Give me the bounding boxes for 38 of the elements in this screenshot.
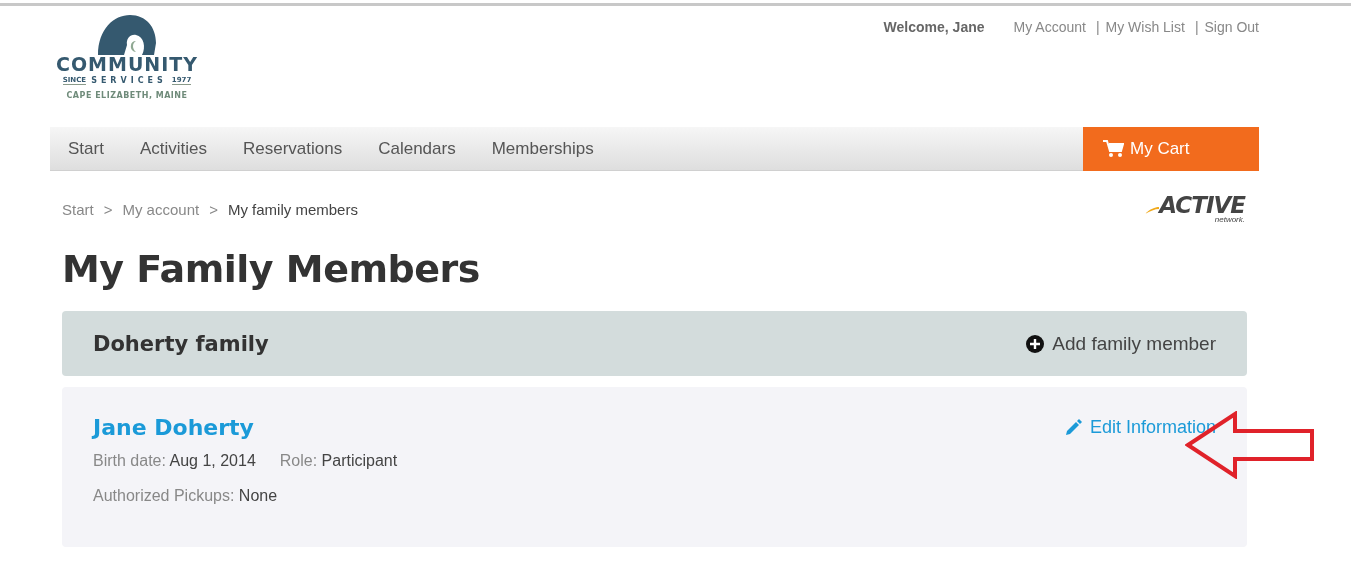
logo-text: SERVICES [91, 76, 167, 85]
detail-label: Role: [279, 452, 318, 469]
wave-logo-icon [96, 13, 158, 55]
edit-information-link[interactable]: Edit Information [1064, 417, 1216, 438]
detail-value: None [238, 487, 278, 504]
pencil-icon [1064, 419, 1082, 436]
breadcrumb-separator: > [103, 200, 113, 218]
detail-value: Participant [321, 452, 398, 469]
detail-label: Birth date: [93, 452, 166, 469]
separator-text: | [1194, 19, 1199, 35]
nav-tab[interactable]: Activities [121, 127, 225, 170]
nav-tab[interactable]: Start [50, 127, 122, 170]
nav-tab[interactable]: Calendars [360, 127, 474, 170]
breadcrumb-separator: > [209, 200, 218, 218]
account-link[interactable]: My Account [1013, 19, 1086, 35]
detail-value: Aug 1, 2014 [169, 452, 256, 469]
partner-logo-text: ACTIVE [1159, 194, 1245, 216]
welcome-text: Welcome, Jane [883, 19, 985, 35]
separator-text: | [1095, 19, 1100, 35]
family-name: Doherty family [93, 331, 269, 356]
cart-icon [1103, 140, 1124, 158]
breadcrumb-link[interactable]: Start [62, 200, 94, 218]
page-title: My Family Members [62, 247, 481, 291]
breadcrumb-current: My family members [227, 200, 358, 218]
cart-button[interactable]: My Cart [1083, 127, 1259, 171]
logo-text: COMMUNITY [56, 53, 198, 75]
member-name-link[interactable]: Jane Doherty [93, 415, 254, 440]
partner-logo-text: network. [1214, 216, 1245, 224]
logo-text: CAPE ELIZABETH, MAINE [66, 91, 188, 100]
nav-tab[interactable]: Reservations [225, 127, 361, 170]
plus-circle-icon [1026, 334, 1045, 353]
breadcrumb-link[interactable]: My account [122, 200, 200, 218]
account-link[interactable]: Sign Out [1204, 19, 1259, 35]
swoosh-icon [1145, 207, 1160, 214]
add-family-member-button[interactable]: Add family member [1026, 332, 1216, 355]
detail-label: Authorized Pickups: [93, 487, 235, 504]
nav-tab[interactable]: Memberships [473, 127, 612, 170]
account-link[interactable]: My Wish List [1105, 19, 1185, 35]
